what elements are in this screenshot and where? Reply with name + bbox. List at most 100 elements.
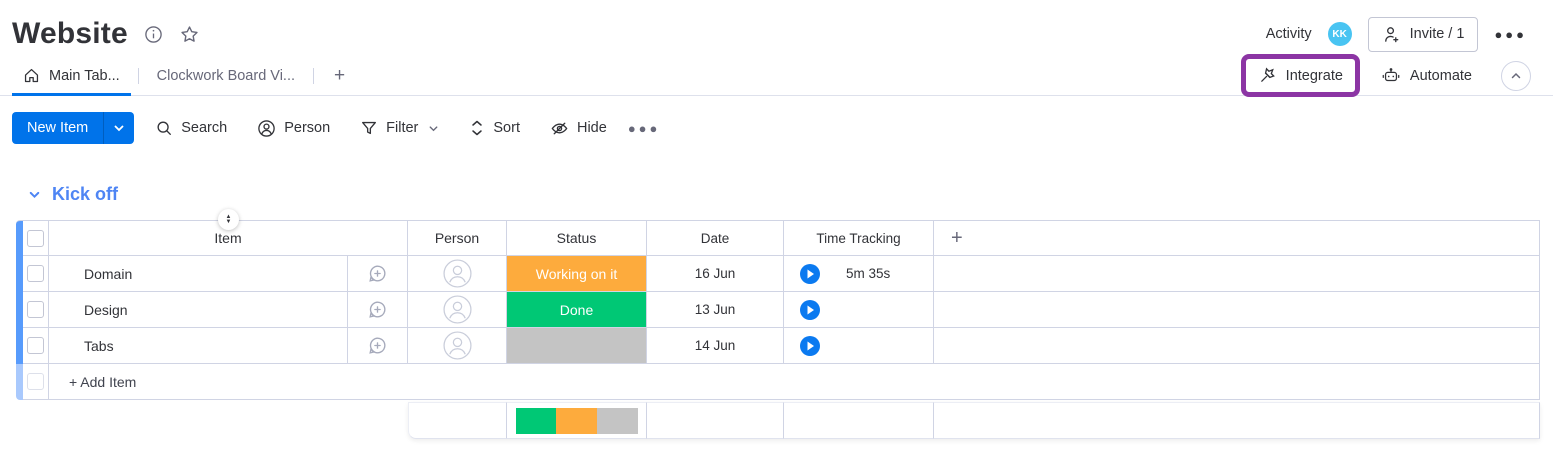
info-icon[interactable] xyxy=(144,25,163,44)
new-item-button[interactable]: New Item xyxy=(12,112,103,144)
status-cell[interactable]: Done xyxy=(507,292,646,327)
group-color-strip xyxy=(16,220,23,256)
add-item-button[interactable]: + Add Item xyxy=(49,364,1540,400)
play-timer-button[interactable] xyxy=(800,264,820,284)
time-tracking-cell xyxy=(784,328,934,364)
add-item-row: + Add Item xyxy=(16,364,1540,400)
automate-label: Automate xyxy=(1410,68,1472,84)
search-label: Search xyxy=(181,120,227,136)
invite-button[interactable]: Invite / 1 xyxy=(1368,17,1479,52)
group-table: ▲▼ Item Person Status Date Time Tracking… xyxy=(16,220,1540,400)
row-checkbox[interactable] xyxy=(27,265,44,282)
new-item-dropdown-button[interactable] xyxy=(103,112,134,144)
summary-empty-cell xyxy=(934,402,1540,439)
tab-divider xyxy=(138,68,139,84)
sort-label: Sort xyxy=(493,120,520,136)
item-name[interactable]: Domain xyxy=(49,256,348,292)
board-menu-icon[interactable]: ●●● xyxy=(1494,27,1527,42)
add-view-button[interactable]: + xyxy=(321,65,358,87)
filter-icon xyxy=(360,119,378,137)
add-conversation-icon[interactable] xyxy=(348,328,408,364)
empty-cell xyxy=(934,256,1540,292)
empty-cell xyxy=(934,328,1540,364)
status-cell[interactable]: Working on it xyxy=(507,256,646,291)
group-collapse-icon[interactable] xyxy=(28,188,41,201)
status-cell[interactable] xyxy=(507,328,646,363)
item-name[interactable]: Tabs xyxy=(49,328,348,364)
search-icon xyxy=(155,119,173,137)
status-battery[interactable] xyxy=(516,408,638,434)
integrate-icon xyxy=(1258,66,1277,85)
integrate-label: Integrate xyxy=(1286,68,1343,84)
person-cell[interactable] xyxy=(408,292,507,328)
tab-clockwork-board-view[interactable]: Clockwork Board Vi... xyxy=(146,56,306,95)
board-title-group: Website xyxy=(12,17,200,51)
tab-main-table[interactable]: Main Tab... xyxy=(12,56,131,95)
play-timer-button[interactable] xyxy=(800,300,820,320)
person-icon xyxy=(257,119,276,138)
sort-icon xyxy=(469,119,485,137)
collapse-header-button[interactable] xyxy=(1501,61,1531,91)
header-actions: Activity KK Invite / 1 ●●● xyxy=(1266,17,1527,52)
group-title-row[interactable]: Kick off xyxy=(16,184,1540,205)
invite-label: Invite / 1 xyxy=(1410,26,1465,42)
person-label: Person xyxy=(284,120,330,136)
column-header-status[interactable]: Status xyxy=(507,220,647,256)
group-name[interactable]: Kick off xyxy=(52,184,118,205)
summary-time-cell xyxy=(784,402,934,439)
integrate-button[interactable]: Integrate xyxy=(1251,61,1350,90)
summary-date-cell xyxy=(647,402,784,439)
table-row: Domain Working on it 16 Jun 5m 35s xyxy=(16,256,1540,292)
board-header: Website Activity KK Invite / 1 ●●● xyxy=(0,0,1553,56)
row-checkbox[interactable] xyxy=(27,337,44,354)
person-cell[interactable] xyxy=(408,256,507,292)
hide-button[interactable]: Hide xyxy=(541,113,616,144)
view-tabs: Main Tab... Clockwork Board Vi... + xyxy=(12,56,358,95)
time-value: 5m 35s xyxy=(846,266,890,281)
table-header-row: Item Person Status Date Time Tracking + xyxy=(16,220,1540,256)
row-checkbox[interactable] xyxy=(27,301,44,318)
filter-caret-icon[interactable] xyxy=(428,123,439,134)
item-sort-handle[interactable]: ▲▼ xyxy=(218,209,239,230)
tab-label: Clockwork Board Vi... xyxy=(157,68,295,84)
group-kick-off: Kick off ▲▼ Item Person Status Date Time… xyxy=(16,184,1540,439)
table-row: Tabs 14 Jun xyxy=(16,328,1540,364)
date-cell[interactable]: 14 Jun xyxy=(647,328,784,364)
tab-bar: Main Tab... Clockwork Board Vi... + Inte… xyxy=(0,56,1553,96)
robot-icon xyxy=(1381,66,1401,86)
board-power-actions: Integrate Automate xyxy=(1241,54,1531,97)
table-row: Design Done 13 Jun xyxy=(16,292,1540,328)
search-button[interactable]: Search xyxy=(146,113,236,143)
column-header-date[interactable]: Date xyxy=(647,220,784,256)
add-row-checkbox xyxy=(27,373,44,390)
column-header-person[interactable]: Person xyxy=(408,220,507,256)
tab-label: Main Tab... xyxy=(49,68,120,84)
hide-label: Hide xyxy=(577,120,607,136)
invite-person-icon xyxy=(1382,25,1401,44)
group-summary-row xyxy=(408,402,1540,439)
column-header-time-tracking[interactable]: Time Tracking xyxy=(784,220,934,256)
activity-link[interactable]: Activity xyxy=(1266,26,1312,42)
battery-segment xyxy=(556,408,597,434)
person-filter-button[interactable]: Person xyxy=(248,113,339,144)
add-conversation-icon[interactable] xyxy=(348,292,408,328)
filter-button[interactable]: Filter xyxy=(351,113,448,143)
toolbar-more-icon[interactable]: ●●● xyxy=(628,121,661,136)
favorite-star-icon[interactable] xyxy=(179,24,200,45)
add-column-button[interactable]: + xyxy=(934,220,1540,256)
play-timer-button[interactable] xyxy=(800,336,820,356)
add-conversation-icon[interactable] xyxy=(348,256,408,292)
person-cell[interactable] xyxy=(408,328,507,364)
sort-button[interactable]: Sort xyxy=(460,113,529,143)
date-cell[interactable]: 13 Jun xyxy=(647,292,784,328)
page-title[interactable]: Website xyxy=(12,17,128,51)
integrate-highlight-box: Integrate xyxy=(1241,54,1360,97)
tab-divider xyxy=(313,68,314,84)
eye-off-icon xyxy=(550,119,569,138)
date-cell[interactable]: 16 Jun xyxy=(647,256,784,292)
automate-button[interactable]: Automate xyxy=(1374,61,1479,91)
avatar[interactable]: KK xyxy=(1328,22,1352,46)
item-name[interactable]: Design xyxy=(49,292,348,328)
select-all-checkbox[interactable] xyxy=(27,230,44,247)
time-tracking-cell xyxy=(784,292,934,328)
